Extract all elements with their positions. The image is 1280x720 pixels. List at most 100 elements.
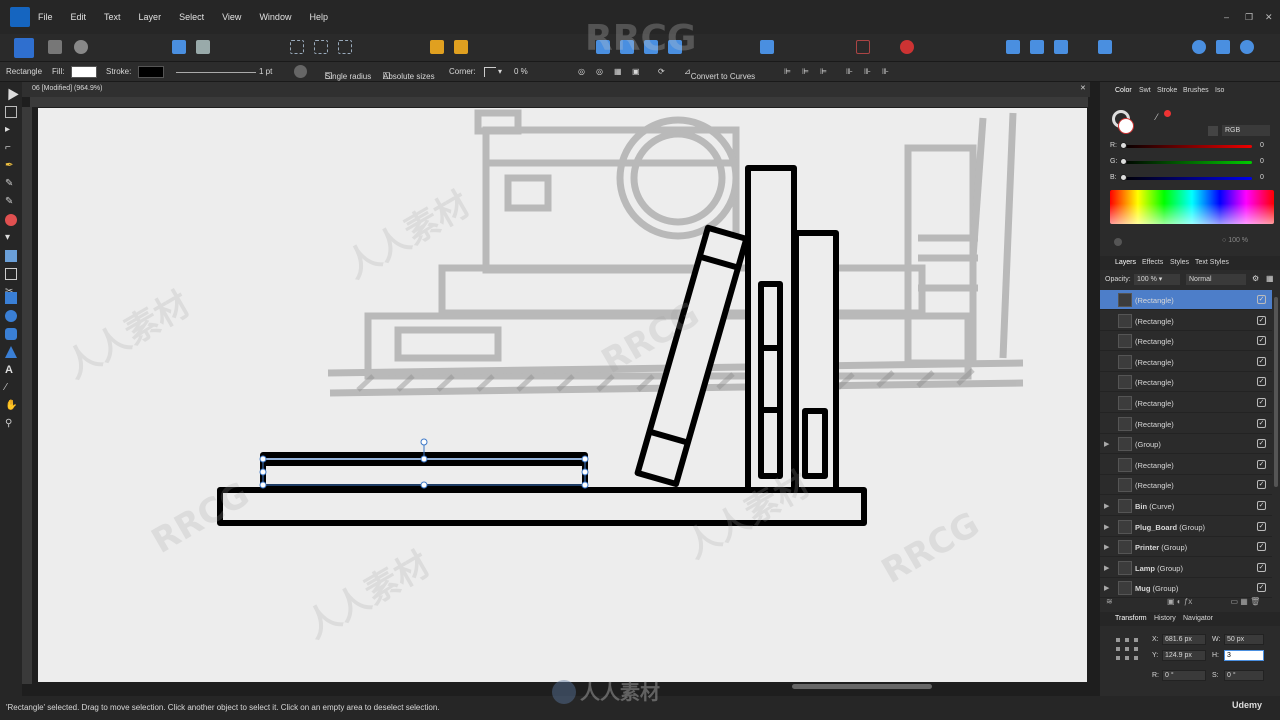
visibility-checkbox[interactable]: ✓ (1257, 336, 1266, 346)
boolean-intersect-icon[interactable] (1054, 40, 1068, 54)
visibility-checkbox[interactable]: ✓ (1257, 480, 1266, 490)
fill-color-circle[interactable] (1118, 118, 1134, 134)
tab-swatches[interactable]: Swt (1139, 87, 1151, 94)
transform-h-field[interactable]: 3 (1224, 650, 1264, 661)
boolean-add-icon[interactable] (1006, 40, 1020, 54)
layer-row[interactable]: (Rectangle) ✓ (1100, 372, 1272, 393)
arrange-back-icon[interactable] (454, 40, 468, 54)
tab-text-styles[interactable]: Text Styles (1195, 259, 1229, 266)
visibility-checkbox[interactable]: ✓ (1257, 501, 1266, 510)
transform-y-field[interactable]: 124.9 px (1162, 650, 1206, 661)
ellipse-tool-icon[interactable] (5, 310, 17, 322)
view-outline-icon[interactable] (314, 40, 328, 54)
layer-row[interactable]: (Rectangle) ✓ (1100, 455, 1272, 475)
visibility-checkbox[interactable]: ✓ (1257, 315, 1266, 325)
close-icon[interactable]: ✕ (1080, 84, 1086, 92)
align-bottom-icon[interactable]: ⊪ (882, 67, 889, 76)
menu-item-file[interactable]: File (38, 12, 53, 22)
blend-mode-select[interactable]: Normal (1186, 274, 1246, 285)
color-mode-select[interactable]: RGB (1222, 125, 1270, 136)
rotate-left-icon[interactable] (644, 40, 658, 54)
snapping-grid-icon[interactable] (856, 40, 870, 54)
corner-percent-value[interactable]: 0 % (514, 67, 528, 76)
layer-opacity-select[interactable]: 100 % ▾ (1134, 274, 1180, 285)
visibility-checkbox[interactable]: ✓ (1257, 459, 1266, 469)
layer-row[interactable]: ▶ Bin (Curve) ✓ (1100, 496, 1272, 516)
refresh-icon[interactable]: ⟳ (658, 67, 665, 76)
snapping-magnet-icon[interactable] (900, 40, 914, 54)
tab-styles[interactable]: Styles (1170, 259, 1189, 266)
flip-horizontal-icon[interactable] (596, 40, 610, 54)
red-slider[interactable]: R: 0 (1110, 142, 1275, 152)
document-tab[interactable]: 06 [Modified] (964.9%) ✕ (22, 82, 1090, 97)
color-opacity-value[interactable]: ○ 100 % (1222, 237, 1248, 244)
layer-row[interactable]: ▶ (Group) ✓ (1100, 434, 1272, 455)
tab-layers[interactable]: Layers (1115, 259, 1136, 266)
fill-tool-icon[interactable] (5, 214, 17, 226)
place-image-tool-icon[interactable] (5, 250, 17, 262)
visibility-checkbox[interactable]: ✓ (1257, 377, 1266, 387)
expand-arrow-icon[interactable]: ▶ (1104, 584, 1109, 592)
layer-row[interactable]: (Rectangle) ✓ (1100, 311, 1272, 331)
visibility-checkbox[interactable]: ✓ (1257, 521, 1266, 531)
boolean-divide-icon[interactable] (1098, 40, 1112, 54)
group-icon[interactable]: ▦ (1240, 597, 1248, 606)
designer-persona-icon[interactable] (14, 38, 34, 58)
pencil-tool-icon[interactable]: ✎ (5, 178, 17, 190)
stroke-swatch[interactable] (138, 66, 164, 78)
color-picker-icon[interactable] (1240, 40, 1254, 54)
visibility-checkbox[interactable]: ✓ (1257, 398, 1266, 407)
fill-swatch[interactable] (71, 66, 97, 78)
layer-row[interactable]: ▶ Plug_Board (Group) ✓ (1100, 517, 1272, 537)
color-spectrum[interactable] (1110, 190, 1274, 224)
expand-arrow-icon[interactable]: ▶ (1104, 564, 1109, 572)
mask-icon[interactable] (1216, 40, 1230, 54)
crop-tool-icon[interactable] (5, 268, 17, 280)
anchor-grid[interactable] (1116, 638, 1138, 660)
rectangle-tool-icon[interactable] (5, 292, 17, 304)
color-picker-icon[interactable]: ⁄ (1156, 112, 1158, 122)
tab-iso[interactable]: Iso (1215, 87, 1224, 94)
tab-stroke[interactable]: Stroke (1157, 87, 1177, 94)
green-value[interactable]: 0 (1260, 158, 1264, 165)
menu-item-help[interactable]: Help (309, 12, 328, 22)
layers-icon[interactable]: ≋ (1106, 597, 1113, 606)
menu-item-select[interactable]: Select (179, 12, 204, 22)
transform-shear-field[interactable]: 0 ° (1224, 670, 1264, 681)
tab-navigator[interactable]: Navigator (1183, 615, 1213, 622)
document-canvas[interactable]: RRCG 人人素材 人人素材 人人素材 RRCG RRCG 人人素材 (38, 108, 1087, 682)
noise-icon[interactable] (1164, 110, 1171, 117)
fx-icon[interactable]: ƒx (1184, 597, 1192, 606)
rotate-right-icon[interactable] (668, 40, 682, 54)
export-persona-icon[interactable] (74, 40, 88, 54)
layer-row[interactable]: (Rectangle) ✓ (1100, 331, 1272, 352)
layers-scrollbar[interactable] (1274, 297, 1278, 487)
trash-icon[interactable]: 🗑 (1250, 597, 1260, 606)
assistant-icon[interactable] (172, 40, 186, 54)
layer-row[interactable]: ▶ Lamp (Group) ✓ (1100, 558, 1272, 578)
vertical-ruler[interactable] (22, 107, 32, 684)
align-left-icon[interactable]: ⊫ (784, 67, 791, 76)
green-knob[interactable] (1120, 158, 1127, 165)
layer-row[interactable]: (Rectangle) ✓ (1100, 352, 1272, 372)
tab-brushes[interactable]: Brushes (1183, 87, 1209, 94)
snap-icon[interactable]: ◎ (596, 67, 603, 76)
visibility-checkbox[interactable]: ✓ (1257, 542, 1266, 552)
frame-icon[interactable]: ▣ (632, 67, 640, 76)
green-track[interactable] (1122, 161, 1252, 164)
chevron-down-icon[interactable]: ▾ (498, 67, 502, 76)
horizontal-ruler[interactable] (30, 97, 1088, 107)
close-icon[interactable]: ✕ (1265, 12, 1273, 23)
transform-rotation-field[interactable]: 0 ° (1162, 670, 1206, 681)
corner-type-icon[interactable] (484, 67, 496, 77)
layer-row[interactable]: (Rectangle) ✓ (1100, 290, 1272, 310)
insert-inside-icon[interactable] (1192, 40, 1206, 54)
transform-origin-icon[interactable]: ◎ (578, 67, 585, 76)
expand-arrow-icon[interactable]: ▶ (1104, 440, 1109, 448)
tab-color[interactable]: Color (1115, 87, 1132, 94)
tab-transform[interactable]: Transform (1115, 615, 1147, 622)
view-pixel-icon[interactable] (338, 40, 352, 54)
vector-brush-tool-icon[interactable]: ✎ (5, 196, 17, 208)
layer-row[interactable]: (Rectangle) ✓ (1100, 414, 1272, 434)
zoom-tool-icon[interactable]: ⚲ (5, 418, 17, 430)
